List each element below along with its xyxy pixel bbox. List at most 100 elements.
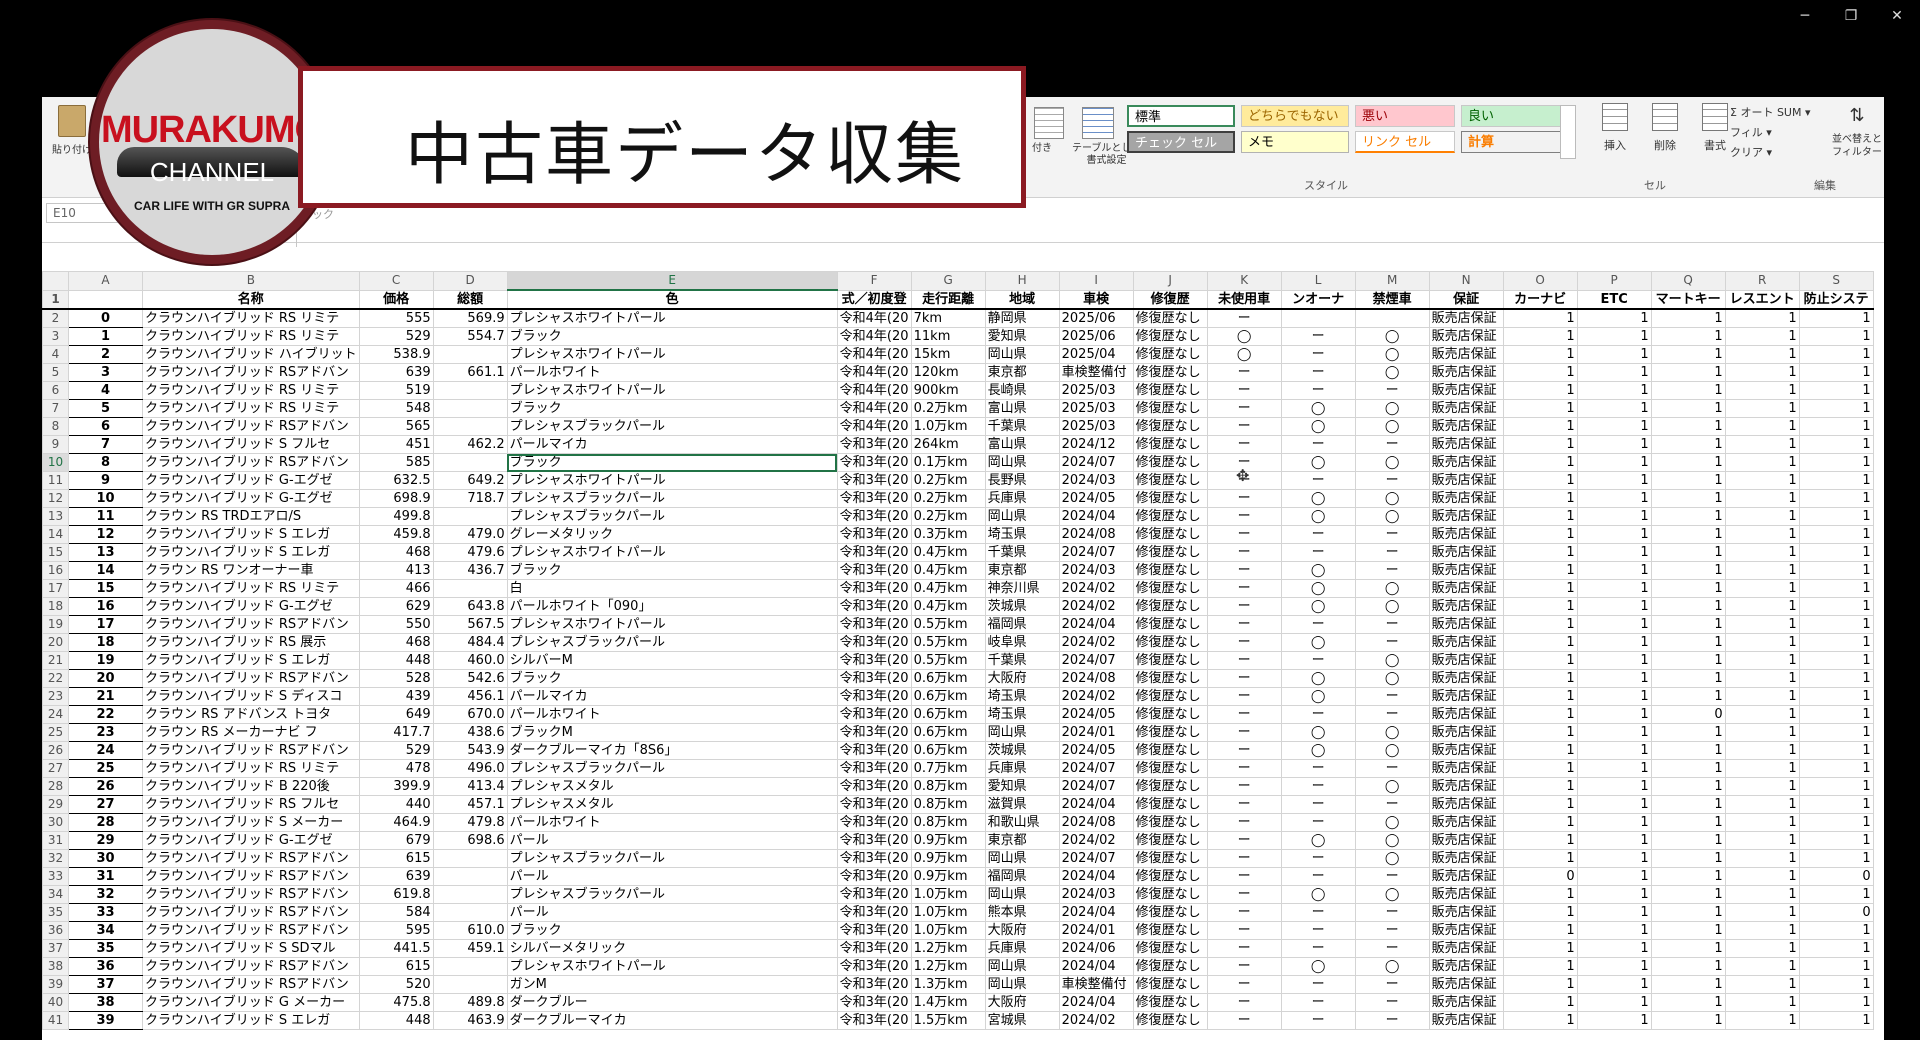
table-cell[interactable]: 1 — [1576, 633, 1652, 652]
table-cell[interactable]: 令和3年(20 — [836, 921, 912, 940]
table-cell[interactable]: クラウンハイブリッド RSアドバン — [142, 975, 360, 994]
table-cell[interactable]: クラウンハイブリッド RSアドバン — [142, 867, 360, 886]
table-cell[interactable]: 639 — [358, 867, 434, 886]
table-cell[interactable]: 18 — [68, 633, 143, 652]
table-cell[interactable]: 令和3年(20 — [836, 705, 912, 724]
table-cell[interactable]: 1 — [1650, 957, 1726, 976]
table-cell[interactable]: パールマイカ — [506, 435, 838, 454]
table-cell[interactable]: ◯ — [1206, 345, 1282, 364]
table-cell[interactable]: 和歌山県 — [984, 813, 1060, 832]
table-cell[interactable]: クラウンハイブリッド RSアドバン — [142, 417, 360, 436]
table-cell[interactable]: ◯ — [1354, 831, 1430, 850]
table-cell[interactable]: 1 — [1724, 308, 1800, 328]
table-cell[interactable] — [1354, 308, 1430, 328]
table-cell[interactable]: 販売店保証 — [1428, 489, 1504, 508]
table-cell[interactable]: 1 — [1502, 651, 1578, 670]
table-cell[interactable]: 0.5万km — [910, 615, 986, 634]
table-cell[interactable]: 販売店保証 — [1428, 399, 1504, 418]
minimize-button[interactable]: ─ — [1782, 0, 1828, 32]
table-cell[interactable]: 令和3年(20 — [836, 867, 912, 886]
table-cell[interactable]: 0 — [1798, 867, 1874, 886]
table-cell[interactable]: 1 — [1798, 687, 1874, 706]
table-cell[interactable]: ◯ — [1280, 633, 1356, 652]
table-cell[interactable]: 1 — [1724, 597, 1800, 616]
table-cell[interactable]: 販売店保証 — [1428, 453, 1504, 472]
table-cell[interactable]: 1 — [1798, 345, 1874, 364]
table-cell[interactable]: ◯ — [1354, 597, 1430, 616]
table-cell[interactable]: 1 — [1502, 885, 1578, 904]
table-cell[interactable]: 1 — [1576, 363, 1652, 382]
field-header-cell[interactable]: レスエント — [1724, 289, 1800, 310]
table-cell[interactable]: 1 — [1724, 399, 1800, 418]
table-cell[interactable]: 修復歴なし — [1132, 579, 1208, 598]
table-cell[interactable]: 1 — [1576, 867, 1652, 886]
row-number[interactable]: 15 — [42, 543, 69, 562]
table-cell[interactable]: 1.3万km — [910, 975, 986, 994]
table-cell[interactable]: ー — [1206, 849, 1282, 868]
fill-button[interactable]: フィル ▾ — [1730, 123, 1811, 143]
table-cell[interactable]: 1 — [1502, 525, 1578, 544]
table-cell[interactable]: ー — [1206, 525, 1282, 544]
table-cell[interactable]: 令和3年(20 — [836, 831, 912, 850]
table-cell[interactable]: 555 — [358, 308, 434, 328]
table-cell[interactable]: 585 — [358, 453, 434, 472]
table-cell[interactable]: クラウン RS ワンオーナー車 — [142, 561, 360, 580]
row-number[interactable]: 35 — [42, 903, 69, 922]
table-cell[interactable]: 2024/04 — [1058, 993, 1134, 1012]
table-cell[interactable]: ◯ — [1280, 597, 1356, 616]
table-cell[interactable]: クラウンハイブリッド RSアドバン — [142, 921, 360, 940]
table-cell[interactable]: 0.4万km — [910, 579, 986, 598]
table-cell[interactable]: パールホワイト「090」 — [506, 597, 838, 616]
table-cell[interactable]: 1 — [1724, 579, 1800, 598]
table-cell[interactable]: 1 — [1650, 345, 1726, 364]
table-cell[interactable]: 販売店保証 — [1428, 579, 1504, 598]
table-cell[interactable]: 1 — [1798, 381, 1874, 400]
table-cell[interactable]: 567.5 — [432, 615, 508, 634]
table-cell[interactable]: 1 — [1724, 381, 1800, 400]
table-cell[interactable]: 2025/06 — [1058, 327, 1134, 346]
table-cell[interactable]: 1 — [1724, 921, 1800, 940]
table-cell[interactable]: クラウンハイブリッド G-エグゼ — [142, 471, 360, 490]
table-cell[interactable]: ◯ — [1354, 723, 1430, 742]
table-cell[interactable]: 富山県 — [984, 435, 1060, 454]
column-header-m[interactable]: M — [1354, 271, 1430, 291]
table-cell[interactable]: 120km — [910, 363, 986, 382]
row-number[interactable]: 1 — [42, 289, 69, 310]
table-cell[interactable]: プレシャスメタル — [506, 795, 838, 814]
table-cell[interactable]: 令和3年(20 — [836, 525, 912, 544]
table-cell[interactable]: 2024/05 — [1058, 489, 1134, 508]
table-cell[interactable]: 0 — [1798, 903, 1874, 922]
table-cell[interactable]: 1 — [1502, 741, 1578, 760]
table-cell[interactable]: 2024/02 — [1058, 579, 1134, 598]
table-cell[interactable]: 東京都 — [984, 561, 1060, 580]
table-cell[interactable]: 販売店保証 — [1428, 327, 1504, 346]
table-cell[interactable]: 32 — [68, 885, 143, 904]
table-cell[interactable]: 1 — [1798, 723, 1874, 742]
table-cell[interactable]: 1 — [1650, 561, 1726, 580]
table-cell[interactable]: クラウンハイブリッド RSアドバン — [142, 669, 360, 688]
table-cell[interactable]: 1 — [1576, 417, 1652, 436]
table-cell[interactable]: 令和3年(20 — [836, 939, 912, 958]
table-cell[interactable]: 1 — [1650, 308, 1726, 328]
table-cell[interactable]: 令和3年(20 — [836, 669, 912, 688]
table-cell[interactable]: 1 — [1724, 849, 1800, 868]
table-cell[interactable]: 販売店保証 — [1428, 957, 1504, 976]
table-cell[interactable]: 1.0万km — [910, 417, 986, 436]
table-cell[interactable]: ー — [1280, 525, 1356, 544]
table-cell[interactable]: ◯ — [1354, 651, 1430, 670]
table-cell[interactable]: 1 — [1650, 327, 1726, 346]
table-cell[interactable]: ー — [1280, 363, 1356, 382]
table-cell[interactable]: クラウンハイブリッド RSアドバン — [142, 363, 360, 382]
table-cell[interactable]: 1 — [1576, 327, 1652, 346]
table-cell[interactable]: ー — [1280, 471, 1356, 490]
table-cell[interactable]: 1 — [1798, 813, 1874, 832]
table-cell[interactable]: 1 — [1798, 1011, 1874, 1030]
table-cell[interactable]: ◯ — [1354, 345, 1430, 364]
table-cell[interactable]: 修復歴なし — [1132, 417, 1208, 436]
table-cell[interactable]: 451 — [358, 435, 434, 454]
table-cell[interactable]: 619.8 — [358, 885, 434, 904]
table-cell[interactable]: 1 — [1576, 795, 1652, 814]
table-cell[interactable]: 2024/03 — [1058, 561, 1134, 580]
table-cell[interactable]: 529 — [358, 741, 434, 760]
table-cell[interactable]: プレシャスブラックパール — [506, 849, 838, 868]
